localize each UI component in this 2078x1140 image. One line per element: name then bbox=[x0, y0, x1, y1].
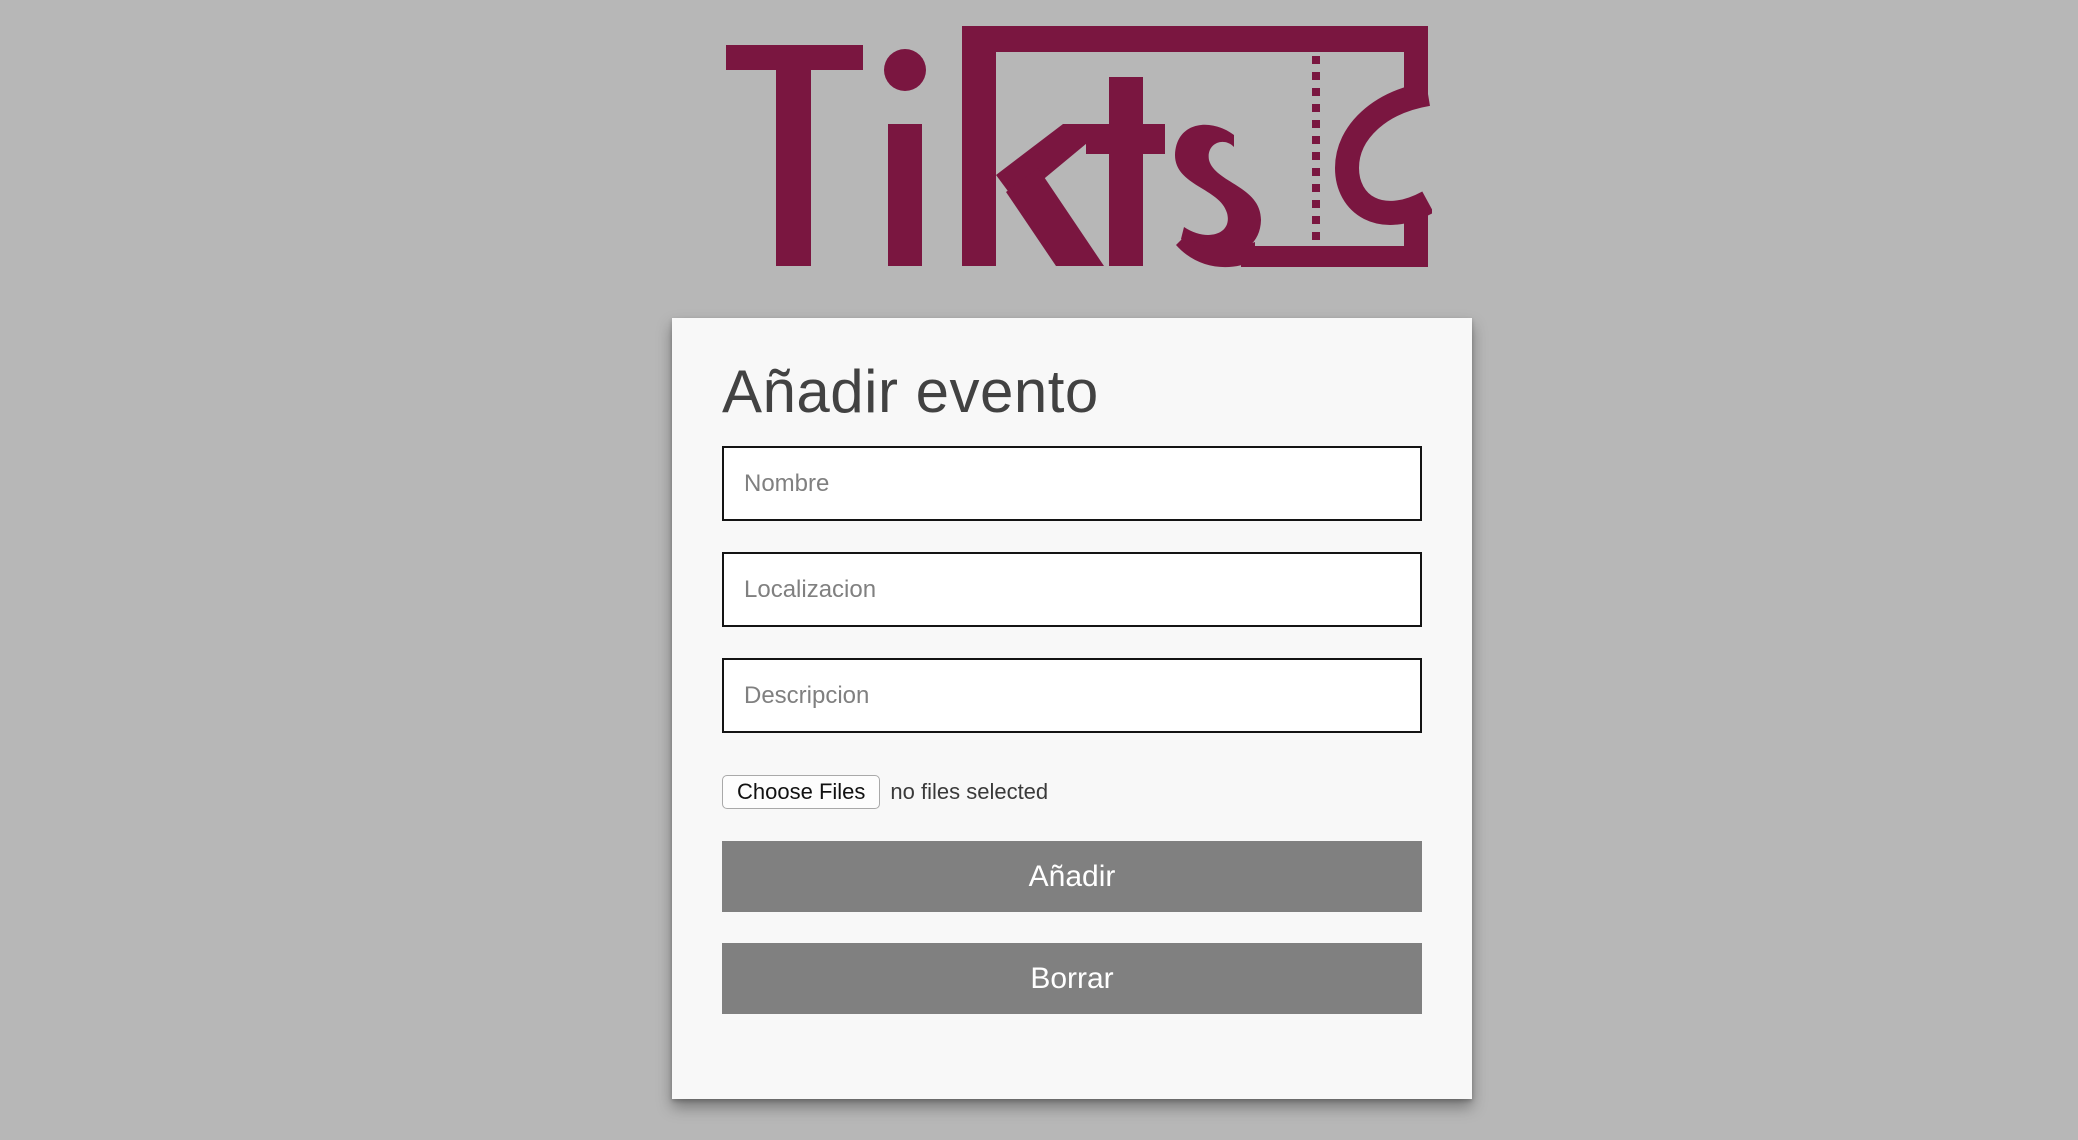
descripcion-input[interactable] bbox=[722, 658, 1422, 733]
choose-files-button[interactable]: Choose Files bbox=[722, 775, 881, 809]
clear-button[interactable]: Borrar bbox=[722, 943, 1422, 1014]
file-status-text: no files selected bbox=[890, 779, 1049, 804]
form-title: Añadir evento bbox=[722, 358, 1099, 425]
add-button[interactable]: Añadir bbox=[722, 841, 1422, 912]
tikts-logo bbox=[720, 20, 1432, 276]
ticket-logo-graphic bbox=[726, 26, 1432, 268]
localizacion-input[interactable] bbox=[722, 552, 1422, 627]
nombre-input[interactable] bbox=[722, 446, 1422, 521]
page: Añadir evento Choose Files no files sele… bbox=[0, 0, 2078, 1140]
add-event-card: Añadir evento Choose Files no files sele… bbox=[672, 318, 1472, 1099]
file-picker: Choose Files no files selected bbox=[722, 775, 1422, 809]
